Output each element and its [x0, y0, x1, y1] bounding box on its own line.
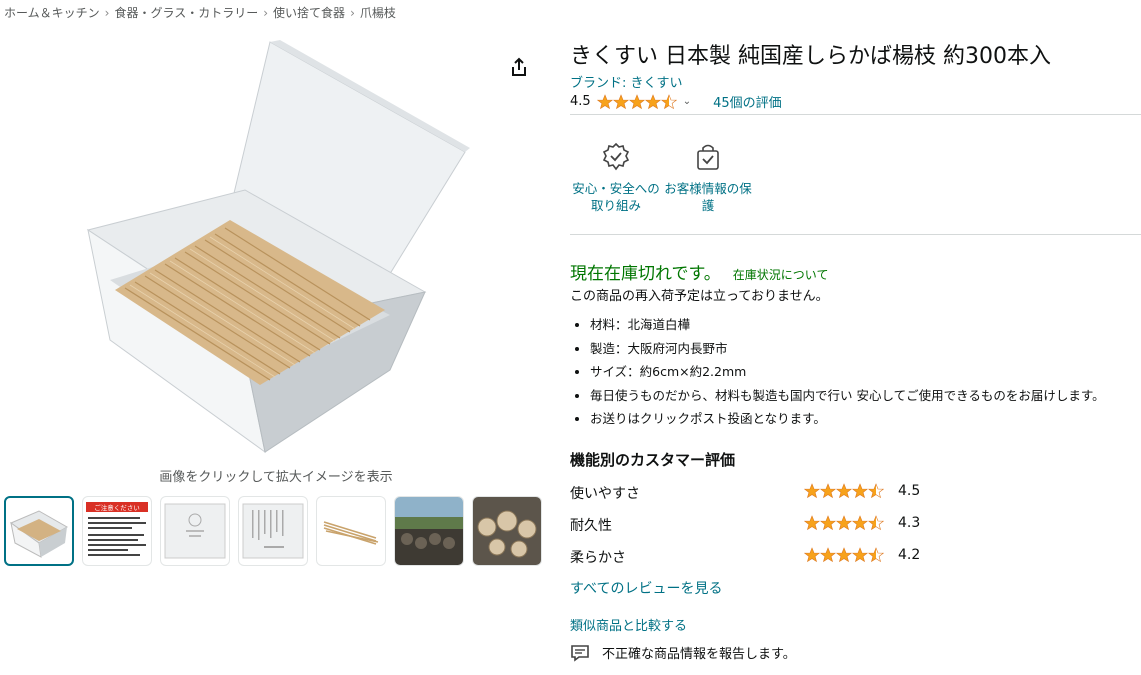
zoom-hint: 画像をクリックして拡大イメージを表示: [159, 470, 393, 485]
feature-value: 4.5: [898, 483, 921, 499]
breadcrumb-disposable[interactable]: 使い捨て食器: [273, 6, 345, 20]
breadcrumb-separator: ›: [104, 6, 110, 20]
breadcrumb-separator: ›: [263, 6, 269, 20]
star-rating-icon: [804, 547, 884, 563]
thumbnail-logs[interactable]: [472, 496, 542, 566]
breadcrumb-toothpick[interactable]: 爪楊枝: [360, 6, 396, 20]
feedback-icon: [571, 644, 589, 662]
share-icon[interactable]: [508, 56, 530, 78]
thumbnail-toothpicks[interactable]: [316, 496, 386, 566]
report-label: 不正確な商品情報を報告します。: [602, 647, 796, 662]
feature-label: 使いやすさ: [570, 486, 640, 502]
rating-stars[interactable]: [596, 94, 677, 110]
divider: [570, 234, 1141, 235]
rating-summary: 4.5 ⌄ 45個の評価: [570, 92, 782, 111]
badge-privacy[interactable]: お客様情報の保護: [662, 142, 754, 214]
all-reviews-link[interactable]: すべてのレビューを見る: [570, 578, 722, 598]
badge-safety[interactable]: 安心・安全への取り組み: [570, 142, 662, 214]
thumbnail-notice[interactable]: ご注意ください: [82, 496, 152, 566]
breadcrumb-tableware[interactable]: 食器・グラス・カトラリー: [114, 6, 258, 20]
badge-safety-label: 安心・安全への取り組み: [572, 181, 660, 213]
feature-ratings-title: 機能別のカスタマー評価: [570, 451, 736, 469]
bullet-item: 毎日使うものだから、材料も製造も国内で行い 安心してご使用できるものをお届けしま…: [590, 387, 1105, 411]
feature-label: 柔らかさ: [570, 550, 626, 566]
feature-rating-row: 柔らかさ 4.2: [570, 547, 970, 569]
notice-header: ご注意ください: [94, 503, 140, 512]
feature-rating-row: 耐久性 4.3: [570, 515, 970, 537]
breadcrumb: ホーム＆キッチン › 食器・グラス・カトラリー › 使い捨て食器 › 爪楊枝: [4, 4, 396, 21]
star-rating-icon: [804, 483, 884, 499]
brand-link[interactable]: ブランド: きくすい: [570, 72, 683, 91]
divider: [570, 114, 1141, 115]
thumbnail-lumber[interactable]: [394, 496, 464, 566]
chevron-down-icon[interactable]: ⌄: [683, 96, 691, 107]
breadcrumb-separator: ›: [350, 6, 355, 20]
feature-bullets: 材料：北海道白樺 製造：大阪府河内長野市 サイズ：約6cm×約2.2mm 毎日使…: [570, 316, 1105, 434]
thumbnail-package-back[interactable]: [238, 496, 308, 566]
rating-value: 4.5: [570, 94, 591, 109]
thumbnail-package-front[interactable]: [160, 496, 230, 566]
lock-bag-icon: [697, 144, 719, 170]
star-rating-icon: [804, 515, 884, 531]
badge-privacy-label: お客様情報の保護: [664, 181, 752, 213]
restock-note: この商品の再入荷予定は立っておりません。: [570, 289, 829, 304]
feature-rating-row: 使いやすさ 4.5: [570, 483, 970, 505]
thumbnail-strip: ご注意ください: [4, 496, 542, 566]
bullet-item: 製造：大阪府河内長野市: [590, 340, 1105, 364]
product-title: きくすい 日本製 純国産しらかば楊枝 約300本入: [570, 44, 1051, 69]
thumbnail-box[interactable]: [4, 496, 74, 566]
bullet-item: お送りはクリックポスト投函となります。: [590, 410, 1105, 434]
report-link[interactable]: 不正確な商品情報を報告します。: [570, 643, 796, 662]
breadcrumb-home[interactable]: ホーム＆キッチン: [4, 6, 100, 20]
star-rating-icon: [596, 94, 677, 109]
stock-status-text: 現在在庫切れです。: [570, 264, 721, 284]
stock-status: 現在在庫切れです。 在庫状況について: [570, 259, 828, 284]
trust-badges: 安心・安全への取り組み お客様情報の保護: [570, 142, 754, 214]
bullet-item: サイズ：約6cm×約2.2mm: [590, 363, 1105, 387]
feature-label: 耐久性: [570, 518, 612, 534]
compare-link[interactable]: 類似商品と比較する: [570, 615, 687, 634]
shield-check-icon: [602, 142, 630, 171]
rating-count-link[interactable]: 45個の評価: [713, 92, 782, 111]
bullet-item: 材料：北海道白樺: [590, 316, 1105, 340]
main-product-image[interactable]: [80, 40, 490, 460]
feature-value: 4.2: [898, 547, 921, 563]
feature-value: 4.3: [898, 515, 921, 531]
stock-info-link[interactable]: 在庫状況について: [733, 266, 829, 283]
